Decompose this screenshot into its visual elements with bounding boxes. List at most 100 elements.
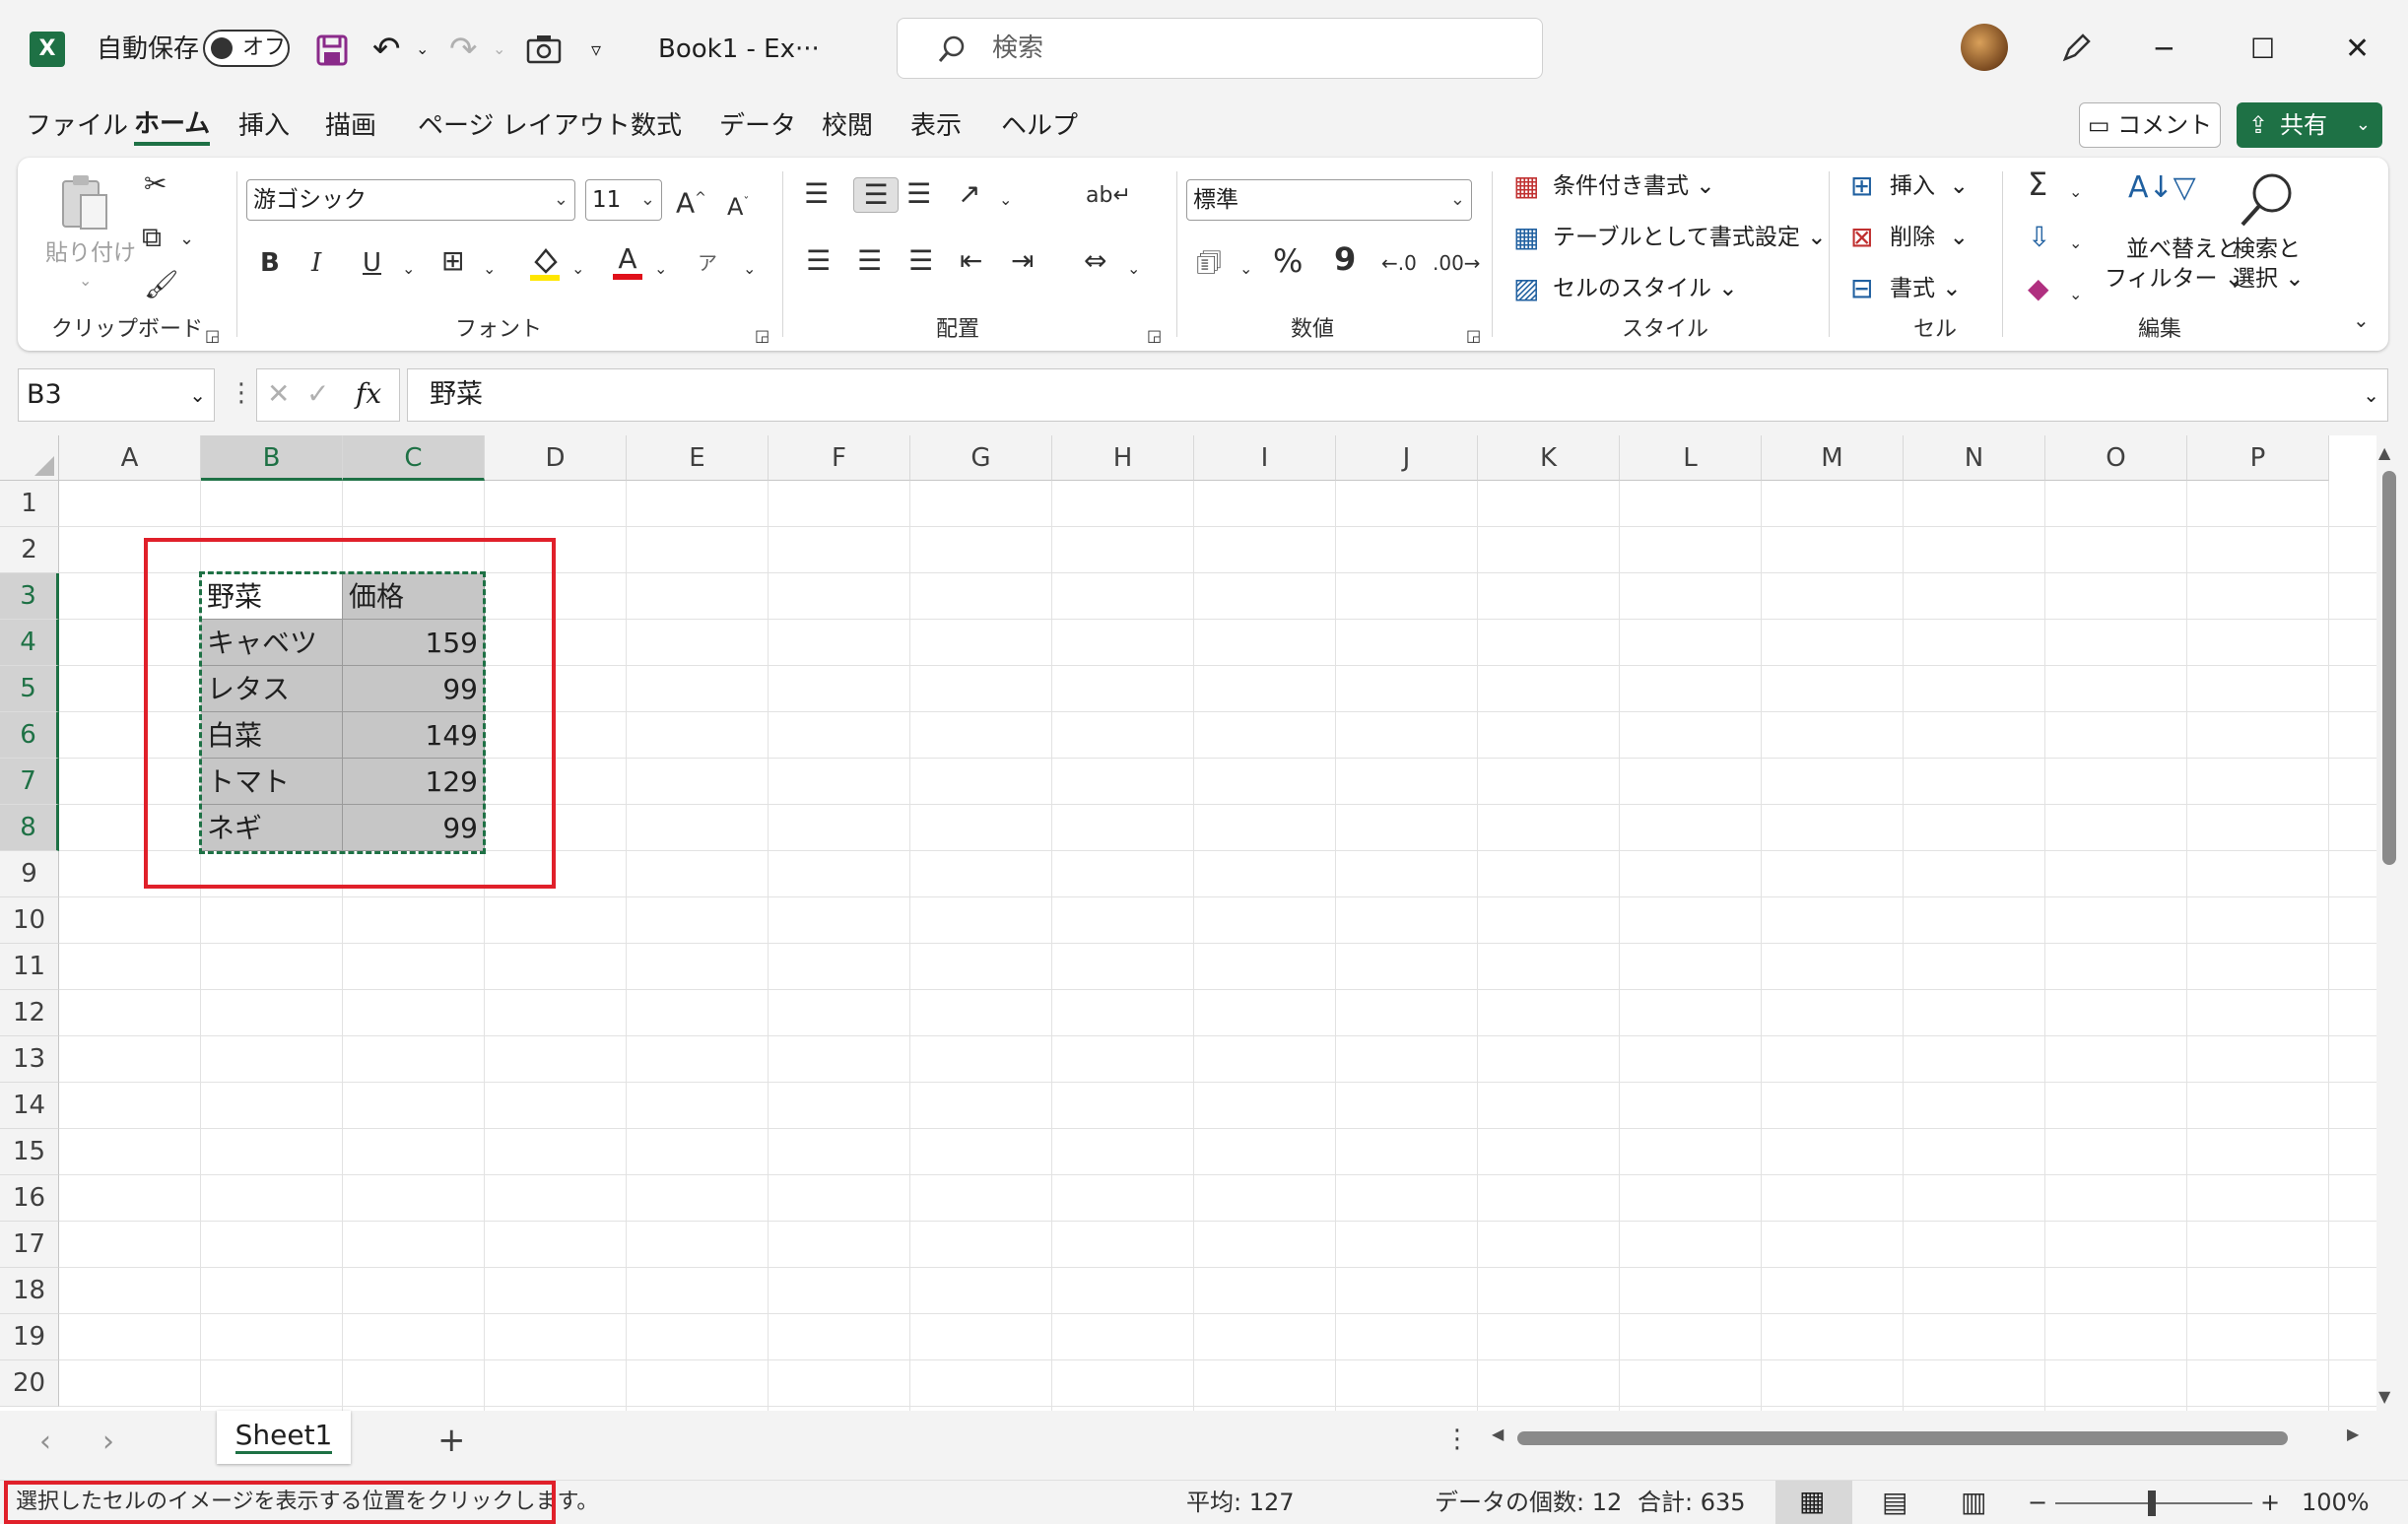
dialog-launcher-icon[interactable]: ◲ (755, 319, 769, 353)
worksheet-grid[interactable]: ABCDEFGHIJKLMNOP 1 2 3 4 5 6 7 8 9 10 11 12 13 14 15 16… (0, 435, 2408, 1411)
column-header-p[interactable]: P (2187, 435, 2329, 481)
tab-draw[interactable]: 描画 (325, 106, 376, 146)
decrease-decimal-icon[interactable]: .00→ (1433, 246, 1481, 280)
horizontal-scroll-thumb[interactable] (1517, 1431, 2288, 1445)
column-header-b[interactable]: B (201, 435, 343, 481)
dialog-launcher-icon[interactable]: ◲ (1147, 319, 1162, 353)
sort-filter-icon[interactable]: A↓▽ (2128, 171, 2196, 205)
chevron-down-icon[interactable]: ⌄ (1127, 252, 1140, 286)
tab-page-layout[interactable]: ページ レイアウト (418, 106, 631, 146)
paste-icon[interactable] (57, 173, 112, 232)
avatar[interactable] (1961, 24, 2008, 71)
chevron-down-icon[interactable]: ⌄ (571, 252, 584, 286)
column-header-c[interactable]: C (343, 435, 485, 481)
align-right-icon[interactable]: ☰ (908, 244, 933, 278)
chevron-down-icon[interactable]: ⌄ (179, 223, 194, 256)
chevron-down-icon[interactable]: ⌄ (2069, 175, 2082, 209)
tab-data[interactable]: データ (719, 106, 796, 146)
font-color-icon[interactable]: A (611, 242, 644, 282)
format-painter-icon[interactable]: 🖌 (144, 268, 179, 301)
scroll-up-icon[interactable]: ▲ (2378, 443, 2390, 462)
dialog-launcher-icon[interactable]: ◲ (1466, 319, 1481, 353)
page-layout-view-icon[interactable]: ▤ (1882, 1487, 1907, 1518)
redo-icon[interactable]: ↷ (449, 28, 478, 71)
enter-icon[interactable]: ✓ (306, 377, 329, 410)
add-sheet-button[interactable]: + (437, 1421, 466, 1460)
copy-icon[interactable]: ⧉ (142, 221, 162, 254)
zoom-in-icon[interactable]: + (2260, 1487, 2280, 1518)
collapse-ribbon-icon[interactable]: ⌄ (2353, 303, 2370, 337)
tab-help[interactable]: ヘルプ (1001, 106, 1078, 146)
row-header-18[interactable]: 18 (0, 1268, 59, 1314)
chevron-down-icon[interactable]: ⌄ (483, 252, 496, 286)
designer-pen-icon[interactable] (2059, 32, 2093, 65)
share-button[interactable]: ⇪ 共有 ⌄ (2237, 102, 2382, 148)
cut-icon[interactable]: ✂ (144, 167, 167, 201)
column-header-o[interactable]: O (2045, 435, 2187, 481)
find-select-icon[interactable] (2235, 169, 2298, 229)
increase-font-icon[interactable]: A^ (676, 181, 706, 220)
comma-style-button[interactable]: 9 (1334, 242, 1356, 276)
column-header-k[interactable]: K (1478, 435, 1620, 481)
italic-button[interactable]: I (311, 246, 321, 280)
row-header-12[interactable]: 12 (0, 990, 59, 1036)
cancel-icon[interactable]: ✕ (267, 377, 290, 410)
increase-indent-icon[interactable]: ⇥ (1011, 244, 1034, 278)
expand-formula-icon[interactable]: ⌄ (2363, 369, 2379, 421)
row-header-19[interactable]: 19 (0, 1314, 59, 1360)
row-header-3[interactable]: 3 (0, 573, 59, 620)
tab-formulas[interactable]: 数式 (631, 106, 682, 146)
conditional-format-button[interactable]: 条件付き書式 ⌄ (1553, 171, 1715, 201)
horizontal-scrollbar[interactable]: ◀ ▶ (1486, 1425, 2363, 1452)
row-header-5[interactable]: 5 (0, 666, 59, 712)
maximize-icon[interactable]: ☐ (2250, 28, 2275, 71)
row-header-4[interactable]: 4 (0, 620, 59, 666)
dialog-launcher-icon[interactable]: ◲ (205, 319, 220, 353)
font-size-select[interactable]: 11 ⌄ (585, 179, 662, 221)
row-header-16[interactable]: 16 (0, 1175, 59, 1222)
font-name-select[interactable]: 游ゴシック ⌄ (246, 179, 575, 221)
format-cells-button[interactable]: 書式 ⌄ (1890, 274, 1962, 303)
chevron-down-icon[interactable]: ⌄ (2069, 278, 2082, 311)
status-count[interactable]: データの個数: 12 (1435, 1487, 1622, 1518)
align-bottom-icon[interactable]: ☰ (906, 177, 931, 211)
delete-cells-button[interactable]: 削除 ⌄ (1890, 223, 1969, 252)
column-header-e[interactable]: E (627, 435, 769, 481)
column-header-a[interactable]: A (59, 435, 201, 481)
row-header-2[interactable]: 2 (0, 527, 59, 573)
cell-styles-button[interactable]: セルのスタイル ⌄ (1553, 274, 1738, 303)
select-all-corner[interactable] (0, 435, 59, 481)
phonetic-guide-icon[interactable]: ア (698, 246, 717, 280)
underline-button[interactable]: U (363, 246, 381, 280)
row-header-7[interactable]: 7 (0, 759, 59, 805)
tab-file[interactable]: ファイル (26, 106, 128, 146)
align-left-icon[interactable]: ☰ (806, 244, 831, 278)
sheet-tab-sheet1[interactable]: Sheet1 (217, 1411, 351, 1464)
column-header-d[interactable]: D (485, 435, 627, 481)
row-header-1[interactable]: 1 (0, 481, 59, 527)
clear-icon[interactable]: ◆ (2028, 272, 2049, 305)
chevron-down-icon[interactable]: ⌄ (2069, 227, 2082, 260)
insert-function-icon[interactable]: fx (356, 377, 381, 410)
merge-center-icon[interactable]: ⇔ (1084, 244, 1106, 278)
column-header-h[interactable]: H (1052, 435, 1194, 481)
column-header-l[interactable]: L (1620, 435, 1762, 481)
row-header-20[interactable]: 20 (0, 1360, 59, 1407)
sort-filter-label-1[interactable]: 並べ替えと (2126, 234, 2240, 264)
comment-button[interactable]: ▭ コメント (2079, 102, 2221, 148)
row-header-13[interactable]: 13 (0, 1036, 59, 1083)
wrap-text-icon[interactable]: ab↵ (1086, 179, 1131, 213)
percent-button[interactable]: % (1273, 244, 1303, 278)
align-middle-icon[interactable]: ☰ (853, 177, 899, 213)
undo-icon[interactable]: ↶ (372, 28, 401, 71)
chevron-down-icon[interactable]: ⌄ (79, 266, 92, 296)
align-top-icon[interactable]: ☰ (804, 177, 829, 211)
bold-button[interactable]: B (260, 246, 280, 280)
save-icon[interactable] (315, 33, 349, 67)
chevron-down-icon[interactable]: ⌄ (402, 252, 415, 286)
chevron-down-icon[interactable]: ⌄ (189, 369, 206, 421)
chevron-down-icon[interactable]: ⌄ (654, 252, 667, 286)
number-format-select[interactable]: 標準 ⌄ (1186, 179, 1472, 221)
row-header-11[interactable]: 11 (0, 944, 59, 990)
search-box[interactable]: 検索 (897, 18, 1543, 79)
